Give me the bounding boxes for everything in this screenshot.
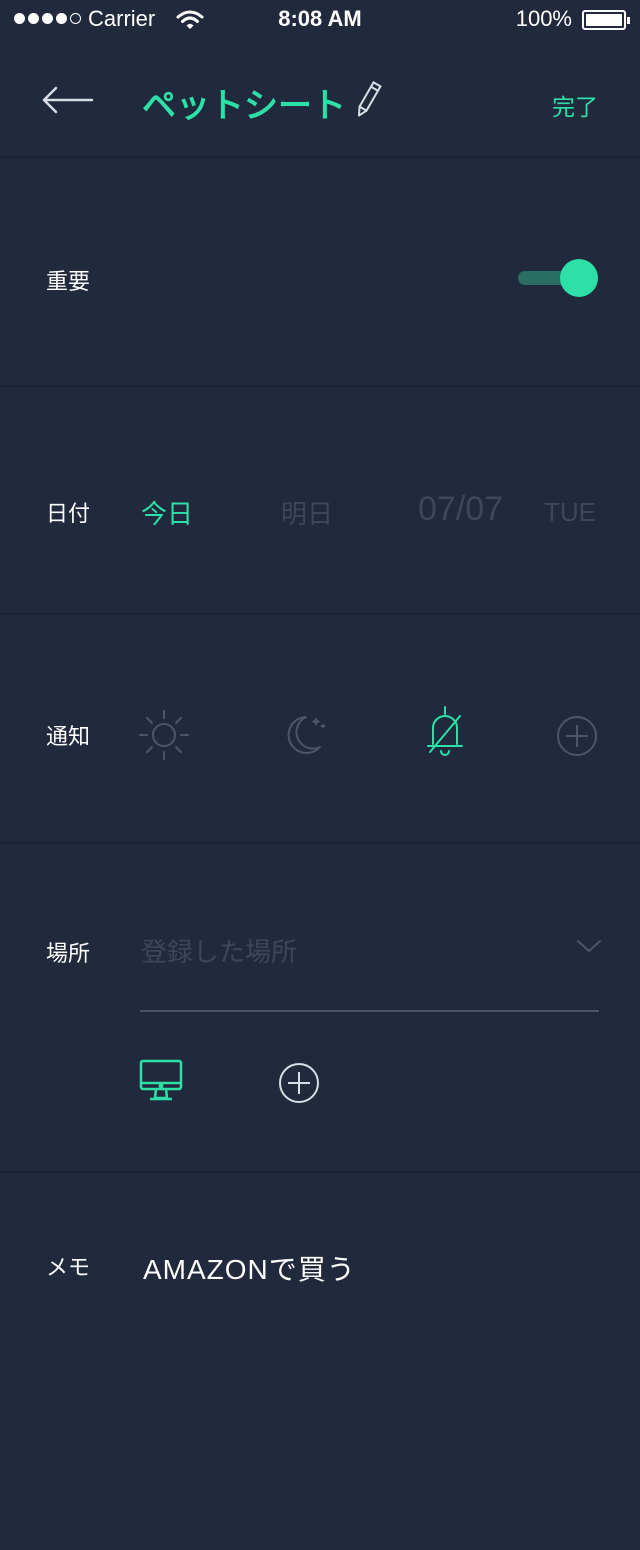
notification-label: 通知 (46, 725, 91, 750)
desktop-icon[interactable] (138, 1058, 184, 1104)
pencil-icon[interactable] (354, 80, 382, 120)
battery-percent: 100% (515, 6, 572, 31)
back-arrow-icon[interactable] (40, 84, 94, 116)
important-label: 重要 (46, 270, 91, 295)
important-toggle[interactable] (518, 258, 600, 298)
date-day-of-week[interactable]: TUE (544, 497, 596, 528)
divider (0, 156, 640, 158)
bell-off-icon[interactable] (420, 704, 470, 760)
moon-icon[interactable] (282, 711, 330, 759)
done-button[interactable]: 完了 (552, 88, 598, 122)
sun-icon[interactable] (138, 709, 190, 761)
date-picker-value[interactable]: 07/07 (418, 490, 503, 529)
add-location-icon[interactable] (278, 1062, 320, 1104)
divider (0, 1171, 640, 1173)
memo-label: メモ (46, 1256, 91, 1281)
location-underline (140, 1010, 599, 1012)
status-bar: Carrier 8:08 AM 100% (0, 0, 640, 40)
toggle-knob (560, 259, 598, 297)
battery-icon (582, 10, 630, 30)
date-label: 日付 (46, 502, 91, 527)
chevron-down-icon[interactable] (576, 938, 602, 954)
divider (0, 385, 640, 387)
date-option-today[interactable]: 今日 (141, 494, 193, 531)
page-title: ペットシート (142, 86, 346, 126)
memo-field[interactable]: AMAZONで買う (143, 1248, 356, 1288)
add-notification-icon[interactable] (556, 715, 598, 757)
divider (0, 842, 640, 844)
location-label: 場所 (46, 942, 91, 967)
date-option-tomorrow[interactable]: 明日 (281, 494, 333, 531)
divider (0, 613, 640, 615)
location-select[interactable]: 登録した場所 (141, 932, 297, 969)
